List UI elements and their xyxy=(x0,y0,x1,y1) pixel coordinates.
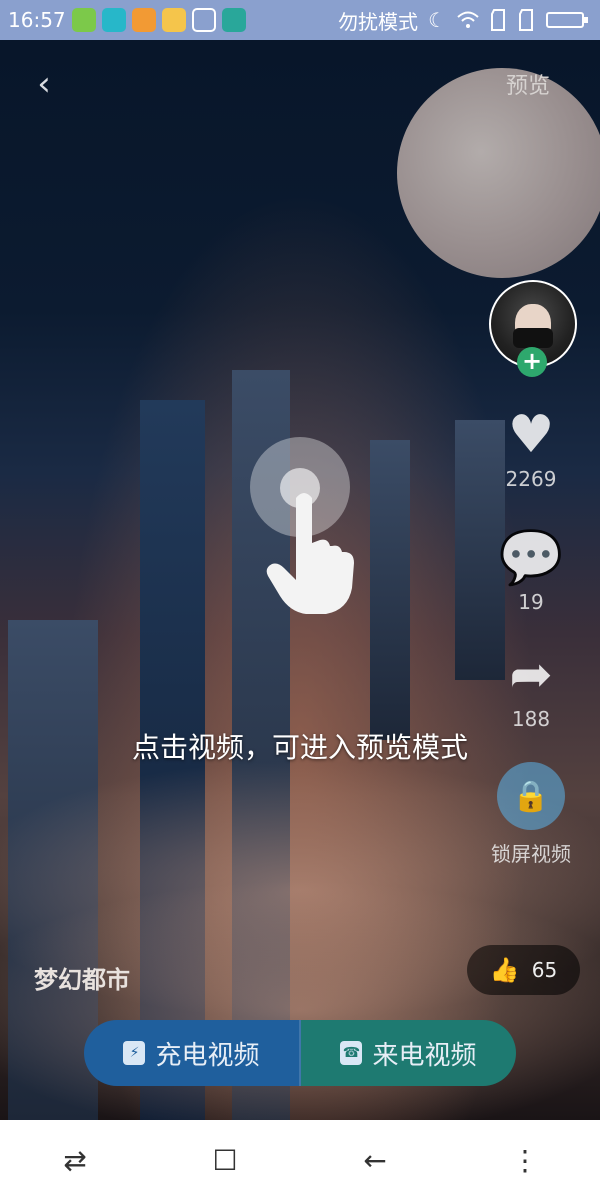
pointing-hand-icon xyxy=(266,493,354,614)
status-bar-left: 16:57 xyxy=(0,8,246,32)
usb-icon xyxy=(221,8,246,32)
like-count: 2269 xyxy=(505,467,557,491)
back-button[interactable]: ‹ xyxy=(24,64,64,104)
wifi-icon xyxy=(457,11,479,28)
thumbs-up-button[interactable]: 👍 65 xyxy=(467,945,580,995)
building xyxy=(370,440,410,740)
back-arrow-icon: ← xyxy=(363,1143,387,1177)
chevron-left-icon: ‹ xyxy=(37,64,51,104)
shield-bolt-icon: ⚡ xyxy=(123,1041,146,1065)
incoming-call-video-label: 来电视频 xyxy=(372,1040,477,1071)
preview-hint-text: 点击视频，可进入预览模式 xyxy=(131,731,468,764)
lock-screen-video-label: 锁屏视频 xyxy=(491,842,571,866)
sim1-icon xyxy=(491,9,505,31)
system-nav-bar: ⇄ ☐ ← ⋮ xyxy=(0,1120,600,1200)
share-button[interactable]: ➦ 188 xyxy=(490,645,572,731)
battery-icon xyxy=(546,12,588,28)
status-bar: 16:57 勿扰模式 ☾ xyxy=(0,0,600,40)
recent-apps-button[interactable]: ⇄ xyxy=(45,1130,105,1190)
menu-icon: ⋮ xyxy=(511,1143,539,1177)
thumbs-up-icon: 👍 xyxy=(489,956,520,984)
thumbs-up-count: 65 xyxy=(531,958,558,982)
brush-icon xyxy=(191,8,216,32)
like-button[interactable]: ♥ 2269 xyxy=(490,405,572,491)
moon-icon: ☾ xyxy=(428,8,446,32)
comment-bubble-icon: 💬 xyxy=(498,528,564,588)
sim2-icon xyxy=(519,9,533,31)
back-nav-button[interactable]: ← xyxy=(345,1130,405,1190)
charge-video-button[interactable]: ⚡ 充电视频 xyxy=(84,1020,301,1086)
home-button[interactable]: ☐ xyxy=(195,1130,255,1190)
video-title: 梦幻都市 xyxy=(34,966,130,994)
status-bar-right: 勿扰模式 ☾ xyxy=(338,6,600,35)
menu-button[interactable]: ⋮ xyxy=(495,1130,555,1190)
preview-button[interactable]: 预览 xyxy=(506,68,550,100)
status-time: 16:57 xyxy=(8,8,66,32)
video-action-bar: ⚡ 充电视频 ☎ 来电视频 xyxy=(84,1020,516,1086)
folder-icon xyxy=(161,8,186,32)
follow-button[interactable]: + xyxy=(517,347,547,377)
charge-video-label: 充电视频 xyxy=(155,1040,260,1071)
comment-count: 19 xyxy=(518,590,544,614)
lock-screen-video-button[interactable]: 🔒 锁屏视频 xyxy=(490,762,572,867)
app-icon xyxy=(101,8,126,32)
square-icon: ☐ xyxy=(212,1143,238,1177)
phone-icon: ☎ xyxy=(340,1041,363,1065)
incoming-call-video-button[interactable]: ☎ 来电视频 xyxy=(301,1020,516,1086)
dnd-label: 勿扰模式 xyxy=(338,9,419,34)
warning-icon xyxy=(131,8,156,32)
avatar-mask xyxy=(513,328,553,348)
moon-image xyxy=(397,68,600,278)
heart-icon: ♥ xyxy=(507,405,555,465)
share-arrow-icon: ➦ xyxy=(509,645,553,705)
comment-button[interactable]: 💬 19 xyxy=(490,528,572,614)
lock-icon: 🔒 xyxy=(497,762,565,830)
store-icon xyxy=(71,8,96,32)
switch-icon: ⇄ xyxy=(63,1143,87,1177)
